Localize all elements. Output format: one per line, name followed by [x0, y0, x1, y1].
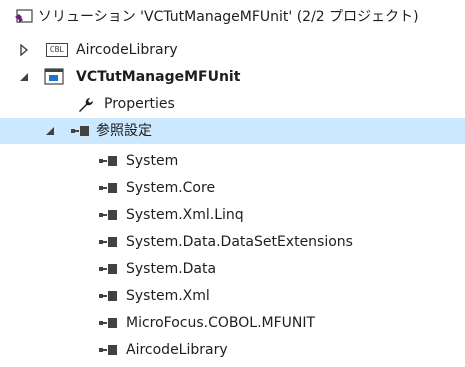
reference-icon: [98, 289, 120, 303]
expand-arrow-icon[interactable]: [18, 44, 30, 56]
collapse-arrow-icon[interactable]: [18, 71, 30, 83]
reference-label: System: [126, 153, 179, 169]
reference-label: MicroFocus.COBOL.MFUNIT: [126, 315, 316, 331]
reference-item[interactable]: System.Xml: [0, 283, 465, 309]
project-label: AircodeLibrary: [76, 42, 178, 58]
references-icon: [70, 124, 92, 138]
reference-icon: [98, 154, 120, 168]
reference-icon: [98, 262, 120, 276]
reference-label: System.Core: [126, 180, 216, 196]
reference-label: System.Xml.Linq: [126, 207, 244, 223]
tree-node-properties[interactable]: Properties: [0, 91, 465, 117]
reference-icon: [98, 208, 120, 222]
tree-node-references[interactable]: 参照設定: [0, 118, 465, 144]
solution-icon: [14, 8, 34, 26]
reference-icon: [98, 343, 120, 357]
reference-label: System.Data: [126, 261, 217, 277]
reference-item[interactable]: MicroFocus.COBOL.MFUNIT: [0, 310, 465, 336]
collapse-arrow-icon[interactable]: [44, 125, 56, 137]
reference-item[interactable]: System.Xml.Linq: [0, 202, 465, 228]
tree-node-project-aircodelibrary[interactable]: CBL AircodeLibrary: [0, 37, 465, 63]
reference-label: System.Data.DataSetExtensions: [126, 234, 353, 250]
solution-label: ソリューション 'VCTutManageMFUnit' (2/2 プロジェクト): [38, 9, 419, 25]
project-icon: [44, 68, 66, 86]
reference-label: System.Xml: [126, 288, 210, 304]
tree-node-project-vctutmanagemfunit[interactable]: VCTutManageMFUnit: [0, 64, 465, 90]
tree-node-solution[interactable]: ソリューション 'VCTutManageMFUnit' (2/2 プロジェクト): [0, 4, 465, 30]
reference-icon: [98, 316, 120, 330]
reference-item[interactable]: System.Data: [0, 256, 465, 282]
reference-item[interactable]: System.Core: [0, 175, 465, 201]
cobol-project-icon: CBL: [46, 43, 68, 57]
wrench-icon: [76, 95, 96, 113]
project-label: VCTutManageMFUnit: [76, 69, 241, 85]
reference-icon: [98, 181, 120, 195]
reference-icon: [98, 235, 120, 249]
properties-label: Properties: [104, 96, 175, 112]
solution-explorer-tree: ソリューション 'VCTutManageMFUnit' (2/2 プロジェクト)…: [0, 0, 465, 367]
reference-item[interactable]: AircodeLibrary: [0, 337, 465, 363]
reference-item[interactable]: System: [0, 148, 465, 174]
reference-item[interactable]: System.Data.DataSetExtensions: [0, 229, 465, 255]
reference-label: AircodeLibrary: [126, 342, 228, 358]
references-label: 参照設定: [96, 123, 152, 139]
project-badge: CBL: [49, 45, 65, 54]
